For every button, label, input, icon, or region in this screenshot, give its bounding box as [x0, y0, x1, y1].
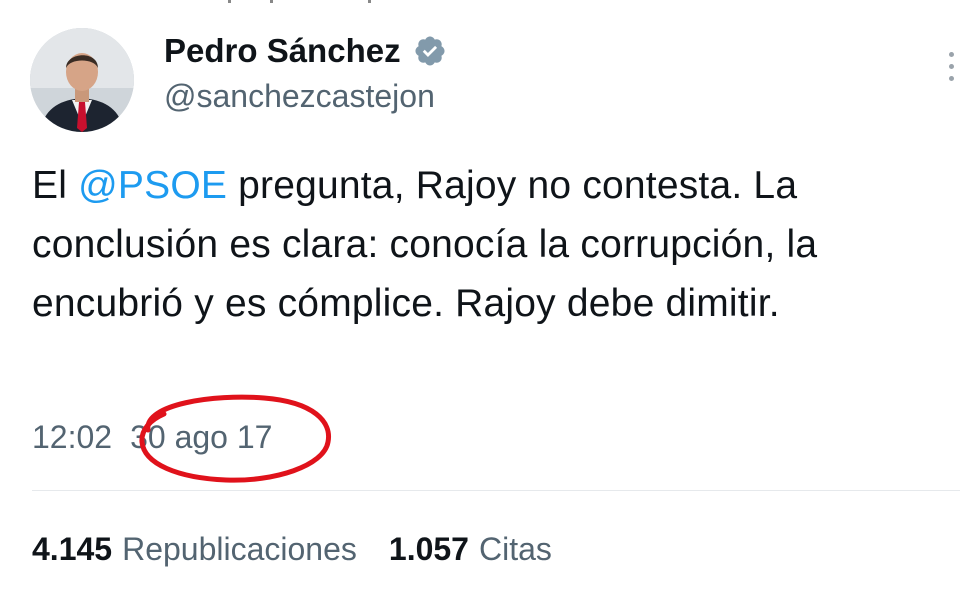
engagement-stats: 4.145 Republicaciones 1.057 Citas: [32, 528, 552, 570]
top-edge-marks: [228, 0, 388, 4]
more-options-icon[interactable]: [942, 50, 960, 86]
tweet-text-start: El: [32, 164, 79, 207]
reposts-count: 4.145: [32, 531, 113, 567]
reposts-label: Republicaciones: [122, 531, 357, 567]
author-name-row[interactable]: Pedro Sánchez: [164, 30, 447, 72]
quotes-stat[interactable]: 1.057 Citas: [389, 531, 552, 567]
verified-badge-icon: [413, 34, 447, 68]
avatar-photo: [30, 28, 134, 132]
annotation-circle: [139, 394, 332, 483]
display-name[interactable]: Pedro Sánchez: [164, 30, 401, 72]
mention-link[interactable]: @PSOE: [78, 164, 227, 207]
author-handle[interactable]: @sanchezcastejon: [164, 76, 435, 116]
reposts-stat[interactable]: 4.145 Republicaciones: [32, 531, 357, 567]
quotes-label: Citas: [478, 531, 552, 567]
tweet-time[interactable]: 12:02: [32, 419, 112, 455]
divider: [32, 490, 960, 491]
tweet-card: Pedro Sánchez @sanchezcastejon El @PSOE …: [0, 0, 960, 604]
quotes-count: 1.057: [388, 531, 469, 567]
avatar[interactable]: [30, 28, 134, 132]
tweet-text: El @PSOE pregunta, Rajoy no contesta. La…: [32, 156, 944, 333]
